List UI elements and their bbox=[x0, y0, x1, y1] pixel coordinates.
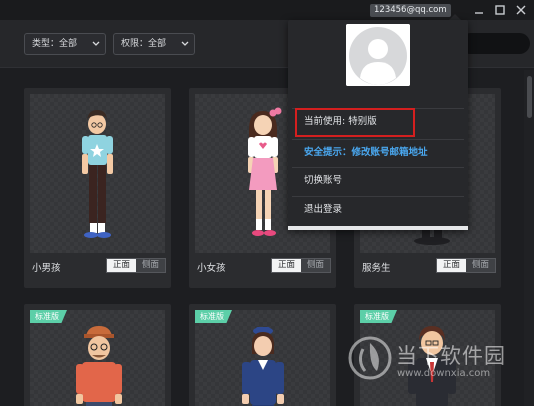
character-preview[interactable]: 标准版 bbox=[195, 310, 330, 406]
menu-divider bbox=[292, 196, 464, 197]
standard-edition-badge: 标准版 bbox=[30, 310, 67, 323]
account-email[interactable]: 123456@qq.com bbox=[370, 4, 451, 17]
front-view-button[interactable]: 正面 bbox=[272, 259, 301, 272]
permission-filter-dropdown[interactable]: 权限：全部 bbox=[113, 33, 195, 55]
old-man-character-image bbox=[76, 326, 122, 406]
character-preview[interactable]: 标准版 bbox=[30, 310, 165, 406]
view-toggle: 正面 侧面 bbox=[106, 258, 166, 273]
character-card-stewardess[interactable]: 标准版 bbox=[189, 304, 336, 406]
character-card-boy[interactable]: 小男孩 正面 侧面 bbox=[24, 88, 171, 288]
character-preview[interactable] bbox=[30, 94, 165, 253]
scrollbar-thumb[interactable] bbox=[527, 76, 532, 118]
watermark-url: www.downxia.com bbox=[397, 368, 491, 379]
boy-character-image bbox=[82, 110, 113, 238]
front-view-button[interactable]: 正面 bbox=[107, 259, 136, 272]
search-input[interactable] bbox=[460, 33, 530, 54]
menu-divider bbox=[292, 167, 464, 168]
highlight-annotation bbox=[295, 108, 415, 137]
close-icon[interactable] bbox=[514, 3, 528, 17]
character-name: 小女孩 bbox=[197, 263, 226, 274]
watermark-logo-icon bbox=[347, 335, 393, 384]
character-name: 服务生 bbox=[362, 263, 391, 274]
side-view-button[interactable]: 侧面 bbox=[136, 259, 165, 272]
minimize-icon[interactable] bbox=[472, 3, 486, 17]
standard-edition-badge: 标准版 bbox=[360, 310, 397, 323]
switch-account-item[interactable]: 切换账号 bbox=[292, 169, 464, 193]
chevron-down-icon bbox=[181, 34, 189, 62]
view-toggle: 正面 侧面 bbox=[271, 258, 331, 273]
standard-edition-badge: 标准版 bbox=[195, 310, 232, 323]
type-filter-label: 类型：全部 bbox=[32, 39, 78, 49]
type-filter-dropdown[interactable]: 类型：全部 bbox=[24, 33, 106, 55]
stewardess-character-image bbox=[242, 327, 284, 406]
chevron-down-icon bbox=[92, 34, 100, 62]
menu-divider bbox=[292, 139, 464, 140]
watermark-brand: 当下软件园 bbox=[396, 344, 506, 368]
menu-bottom-edge bbox=[288, 226, 468, 230]
avatar-placeholder-icon bbox=[346, 24, 410, 86]
security-tip-link[interactable]: 安全提示：修改账号邮箱地址 bbox=[292, 141, 464, 165]
side-view-button[interactable]: 侧面 bbox=[466, 259, 495, 272]
character-card-old-man[interactable]: 标准版 bbox=[24, 304, 171, 406]
character-name: 小男孩 bbox=[32, 263, 61, 274]
front-view-button[interactable]: 正面 bbox=[437, 259, 466, 272]
view-toggle: 正面 侧面 bbox=[436, 258, 496, 273]
logout-item[interactable]: 退出登录 bbox=[292, 198, 464, 222]
permission-filter-label: 权限：全部 bbox=[121, 39, 167, 49]
scrollbar-track[interactable] bbox=[524, 70, 534, 406]
side-view-button[interactable]: 侧面 bbox=[301, 259, 330, 272]
maximize-icon[interactable] bbox=[493, 3, 507, 17]
